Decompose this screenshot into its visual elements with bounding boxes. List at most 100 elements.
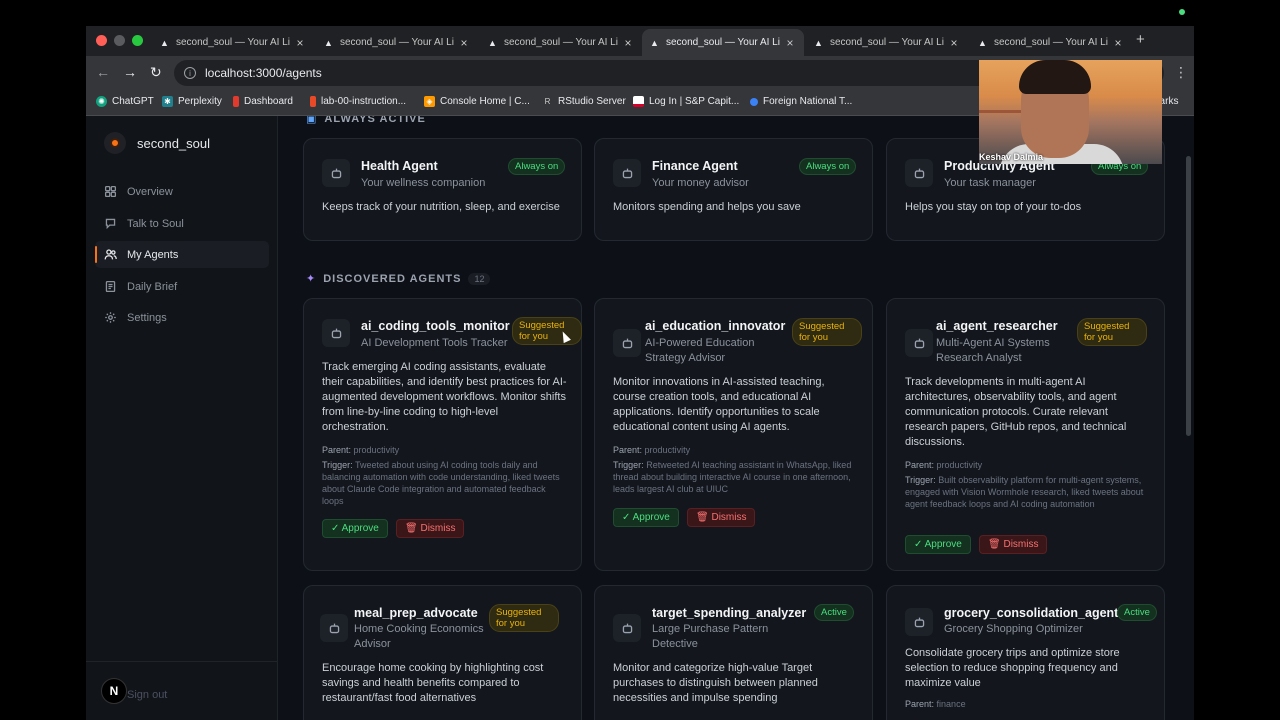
close-window-button[interactable] (96, 35, 107, 46)
close-tab-icon[interactable]: × (948, 36, 960, 50)
check-icon: ✓ (331, 523, 342, 534)
agent-title: ai_agent_researcher (936, 319, 1058, 333)
agent-subtitle: Grocery Shopping Optimizer (944, 623, 1083, 635)
browser-tab-active[interactable]: ▲ second_soul — Your AI Li × (642, 29, 804, 56)
agent-subtitle: AI Development Tools Tracker (361, 337, 508, 349)
suggested-badge: Suggested for you (489, 604, 559, 632)
page-scrollbar[interactable] (1186, 156, 1191, 436)
agent-description: Encourage home cooking by highlighting c… (322, 662, 544, 704)
dismiss-button[interactable]: 🗑 Dismiss (979, 535, 1048, 554)
browser-menu-icon[interactable]: ⋮ (1174, 64, 1188, 81)
check-icon: ✓ (622, 512, 633, 523)
browser-tab[interactable]: ▲ second_soul — Your AI Li × (316, 29, 478, 56)
bookmark-perplexity[interactable]: ✱ Perplexity (162, 96, 222, 107)
close-tab-icon[interactable]: × (294, 36, 306, 50)
agent-description: Monitors spending and helps you save (613, 201, 801, 213)
agent-description: Keeps track of your nutrition, sleep, an… (322, 201, 560, 213)
agent-title: Health Agent (361, 159, 438, 173)
agent-subtitle: Large Purchase Pattern Detective (652, 623, 769, 650)
document-icon (105, 280, 116, 293)
sidebar-item-settings[interactable]: Settings (95, 304, 269, 331)
sidebar-item-overview[interactable]: Overview (95, 178, 269, 205)
approve-button[interactable]: ✓ Approve (905, 535, 971, 554)
sp-icon (633, 96, 644, 107)
bookmark-rstudio[interactable]: R RStudio Server (542, 96, 626, 107)
agent-title: ai_education_innovator (645, 319, 786, 333)
vercel-icon: ▲ (650, 37, 659, 48)
bookmark-chatgpt[interactable]: ✺ ChatGPT (96, 96, 154, 107)
brand[interactable]: second_soul (104, 132, 210, 154)
app-root: second_soul Overview Talk to Soul My Age… (86, 116, 1194, 720)
agent-description: Track emerging AI coding assistants, eva… (322, 361, 567, 433)
avatar[interactable]: N (101, 678, 127, 704)
browser-tab[interactable]: ▲ second_soul — Your AI Li × (970, 29, 1132, 56)
bot-icon (613, 614, 641, 642)
sidebar-item-my-agents[interactable]: My Agents (95, 241, 269, 268)
globe-icon (750, 97, 758, 106)
dismiss-button[interactable]: 🗑 Dismiss (687, 508, 756, 527)
status-badge: Always on (508, 158, 566, 175)
bookmark-sp-capital[interactable]: Log In | S&P Capit... (633, 96, 739, 107)
robot-icon: ▣ (306, 116, 318, 125)
approve-button[interactable]: ✓ Approve (613, 508, 679, 527)
trash-icon: 🗑 (696, 512, 712, 523)
agent-card-ai-agent-researcher[interactable]: ai_agent_researcher Multi-Agent AI Syste… (886, 298, 1165, 571)
bookmark-dashboard[interactable]: Dashboard (233, 96, 293, 107)
dashboard-icon (233, 96, 239, 107)
agent-card-ai-coding-tools-monitor[interactable]: ai_coding_tools_monitor AI Development T… (303, 298, 582, 571)
agent-subtitle: Multi-Agent AI Systems Research Analyst (936, 337, 1050, 364)
agent-card-health[interactable]: Health Agent Your wellness companion Alw… (303, 138, 582, 241)
agent-trigger: Trigger: Built observability platform fo… (905, 475, 1144, 509)
browser-tab[interactable]: ▲ second_soul — Your AI Li × (480, 29, 642, 56)
agent-card-target-spending-analyzer[interactable]: target_spending_analyzer Large Purchase … (594, 585, 873, 720)
tab-strip: ▲ second_soul — Your AI Li × ▲ second_soul … (86, 26, 1194, 56)
chatgpt-icon: ✺ (96, 96, 107, 107)
back-icon[interactable]: ← (96, 64, 110, 80)
presenter-name: Keshav Dalmia (979, 152, 1044, 162)
recording-indicator (1179, 9, 1185, 15)
browser-tab[interactable]: ▲ second_soul — Your AI Li × (152, 29, 314, 56)
sparkle-icon: ✦ (306, 273, 317, 285)
bot-icon (322, 159, 350, 187)
check-icon: ✓ (914, 539, 925, 550)
bookmark-foreign-national[interactable]: Foreign National T... (750, 96, 852, 107)
close-tab-icon[interactable]: × (784, 36, 796, 50)
url-text: localhost:3000/agents (205, 66, 322, 80)
always-active-heading: ▣ ALWAYS ACTIVE (306, 116, 426, 125)
grid-icon (104, 185, 117, 198)
chat-icon (105, 218, 116, 230)
agent-card-ai-education-innovator[interactable]: ai_education_innovator AI-Powered Educat… (594, 298, 873, 571)
vercel-icon: ▲ (488, 37, 497, 48)
sidebar-item-daily-brief[interactable]: Daily Brief (95, 273, 269, 300)
agent-parent: Parent: productivity (613, 445, 691, 455)
brand-logo-icon (104, 132, 126, 154)
approve-button[interactable]: ✓ Approve (322, 519, 388, 538)
agent-card-grocery-consolidation-agent[interactable]: grocery_consolidation_agent Grocery Shop… (886, 585, 1165, 720)
site-info-icon[interactable]: i (184, 67, 196, 79)
bookmark-lab-00[interactable]: lab-00-instruction... (310, 96, 406, 107)
dismiss-button[interactable]: 🗑 Dismiss (396, 519, 465, 538)
agent-subtitle: Your task manager (944, 177, 1036, 189)
agent-card-meal-prep-advocate[interactable]: meal_prep_advocate Home Cooking Economic… (303, 585, 582, 720)
maximize-window-button[interactable] (132, 35, 143, 46)
reload-icon[interactable]: ↻ (150, 64, 162, 81)
close-tab-icon[interactable]: × (622, 36, 634, 50)
close-tab-icon[interactable]: × (1112, 36, 1124, 50)
agent-subtitle: Home Cooking Economics Advisor (354, 623, 484, 650)
sign-out-button[interactable]: Sign out (127, 689, 167, 701)
minimize-window-button[interactable] (114, 35, 125, 46)
bot-icon (322, 319, 350, 347)
new-tab-icon[interactable]: + (1136, 31, 1145, 48)
bookmark-console-home[interactable]: ◈ Console Home | C... (424, 96, 530, 107)
browser-tab[interactable]: ▲ second_soul — Your AI Li × (806, 29, 968, 56)
suggested-badge: Suggested for you (512, 317, 582, 345)
sidebar-item-talk-to-soul[interactable]: Talk to Soul (95, 210, 269, 237)
agent-parent: Parent: productivity (322, 445, 400, 455)
agent-description: Track developments in multi-agent AI arc… (905, 376, 1127, 448)
agent-card-finance[interactable]: Finance Agent Your money advisor Always … (594, 138, 873, 241)
forward-icon[interactable]: → (123, 64, 137, 80)
sidebar-divider (86, 661, 278, 662)
agent-description: Helps you stay on top of your to-dos (905, 201, 1082, 213)
close-tab-icon[interactable]: × (458, 36, 470, 50)
sidebar: second_soul Overview Talk to Soul My Age… (86, 116, 278, 720)
